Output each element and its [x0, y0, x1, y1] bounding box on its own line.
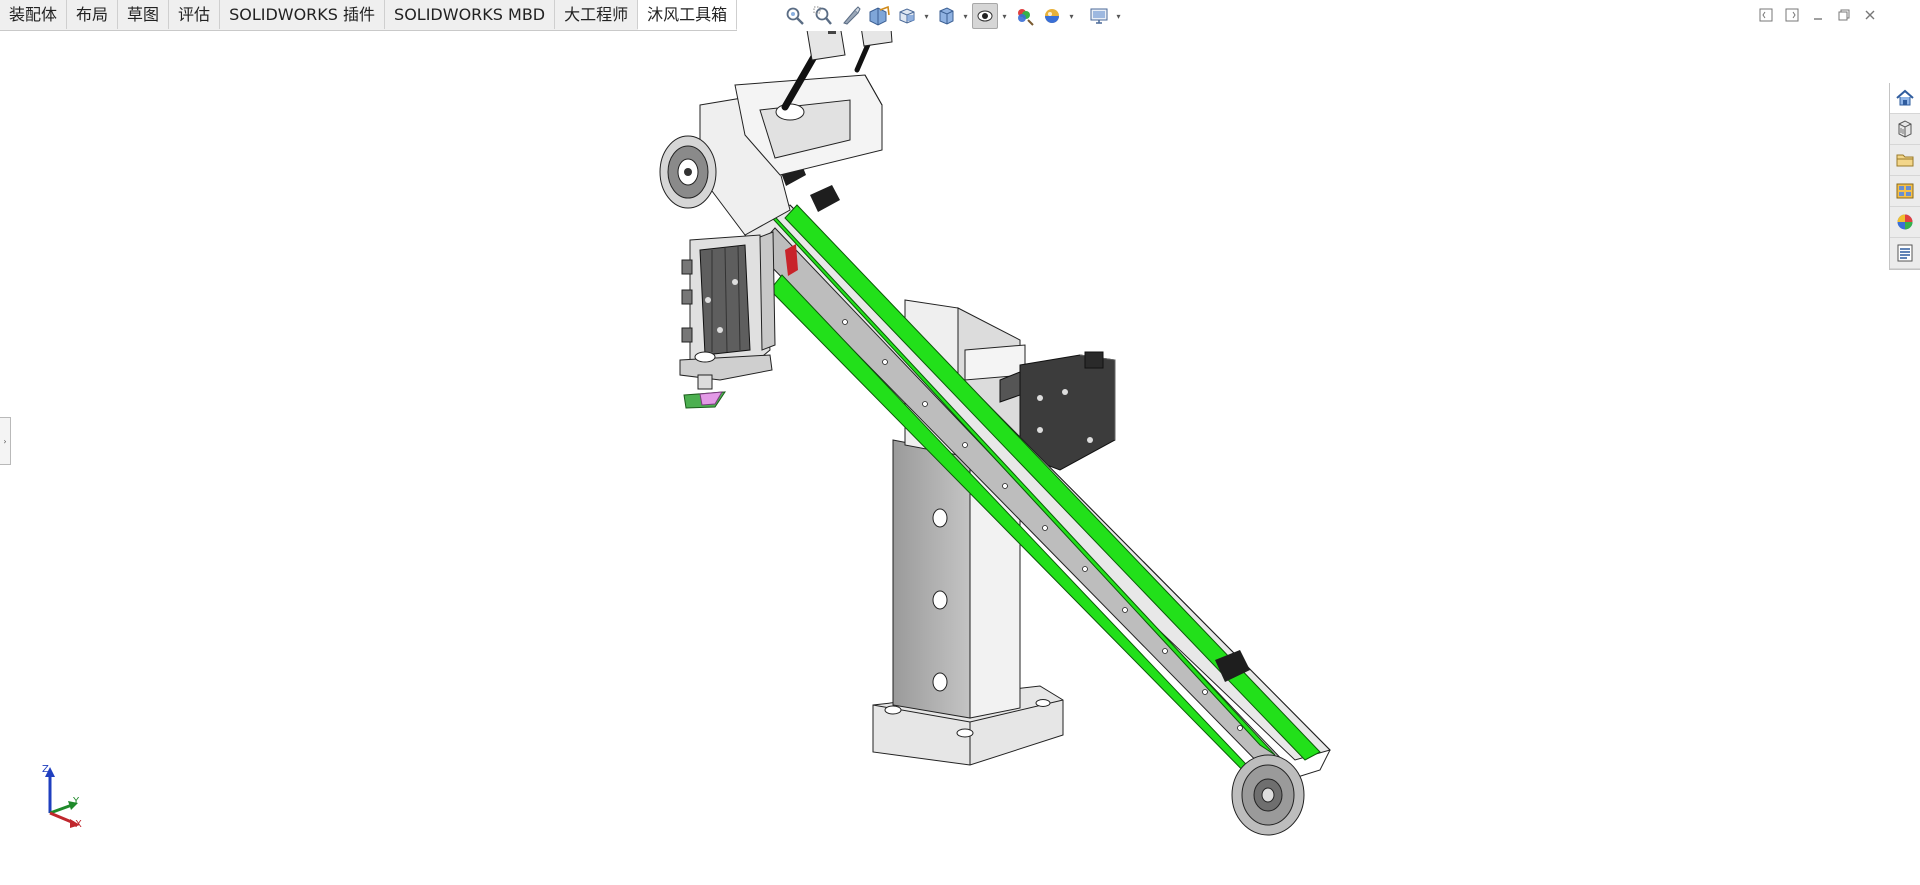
home-icon[interactable]: [1890, 83, 1920, 114]
tab-mufeng-toolbox[interactable]: 沐风工具箱: [638, 0, 738, 30]
custom-properties-icon[interactable]: [1890, 238, 1920, 269]
task-pane-tabs: [1889, 83, 1920, 270]
hide-show-dropdown[interactable]: ▾: [1000, 3, 1009, 29]
tab-assembly[interactable]: 装配体: [0, 0, 68, 29]
zoom-to-area-icon[interactable]: [810, 3, 836, 29]
tab-sketch[interactable]: 草图: [118, 0, 170, 29]
file-explorer-icon[interactable]: [1890, 145, 1920, 176]
tab-evaluate[interactable]: 评估: [169, 0, 221, 29]
tab-layout[interactable]: 布局: [67, 0, 119, 29]
triad-x-label: X: [75, 819, 82, 830]
edit-appearance-icon[interactable]: [1011, 3, 1037, 29]
zoom-to-fit-icon[interactable]: [782, 3, 808, 29]
previous-view-icon[interactable]: [838, 3, 864, 29]
tile-right-icon[interactable]: [1782, 6, 1802, 24]
tab-big-engineer[interactable]: 大工程师: [555, 0, 639, 29]
assembly-model: [45, 14, 1331, 836]
display-style-icon[interactable]: [933, 3, 959, 29]
heads-up-view-toolbar: ▾ ▾ ▾ ▾ ▾: [782, 2, 1123, 30]
tab-solidworks-addins[interactable]: SOLIDWORKS 插件: [220, 0, 386, 29]
close-icon[interactable]: [1860, 6, 1880, 24]
document-window-controls: [1756, 6, 1880, 24]
minimize-icon[interactable]: [1808, 6, 1828, 24]
tab-solidworks-mbd[interactable]: SOLIDWORKS MBD: [385, 0, 556, 29]
view-settings-icon[interactable]: [1086, 3, 1112, 29]
view-settings-dropdown[interactable]: ▾: [1114, 3, 1123, 29]
vertical-slide-module: [679, 231, 776, 409]
apply-scene-dropdown[interactable]: ▾: [1067, 3, 1076, 29]
triad-z-label: Z: [42, 764, 49, 775]
hide-show-items-icon[interactable]: [972, 3, 998, 29]
apply-scene-icon[interactable]: [1039, 3, 1065, 29]
section-view-icon[interactable]: [866, 3, 892, 29]
display-style-dropdown[interactable]: ▾: [961, 3, 970, 29]
view-orientation-dropdown[interactable]: ▾: [922, 3, 931, 29]
restore-icon[interactable]: [1834, 6, 1854, 24]
design-library-icon[interactable]: [1890, 114, 1920, 145]
view-orientation-icon[interactable]: [894, 3, 920, 29]
graphics-area[interactable]: Z Y X: [0, 14, 1880, 881]
triad-y-label: Y: [73, 796, 80, 807]
tile-left-icon[interactable]: [1756, 6, 1776, 24]
appearances-icon[interactable]: [1890, 207, 1920, 238]
view-palette-icon[interactable]: [1890, 176, 1920, 207]
command-manager-tabs: 装配体 布局 草图 评估 SOLIDWORKS 插件 SOLIDWORKS MB…: [0, 0, 738, 31]
